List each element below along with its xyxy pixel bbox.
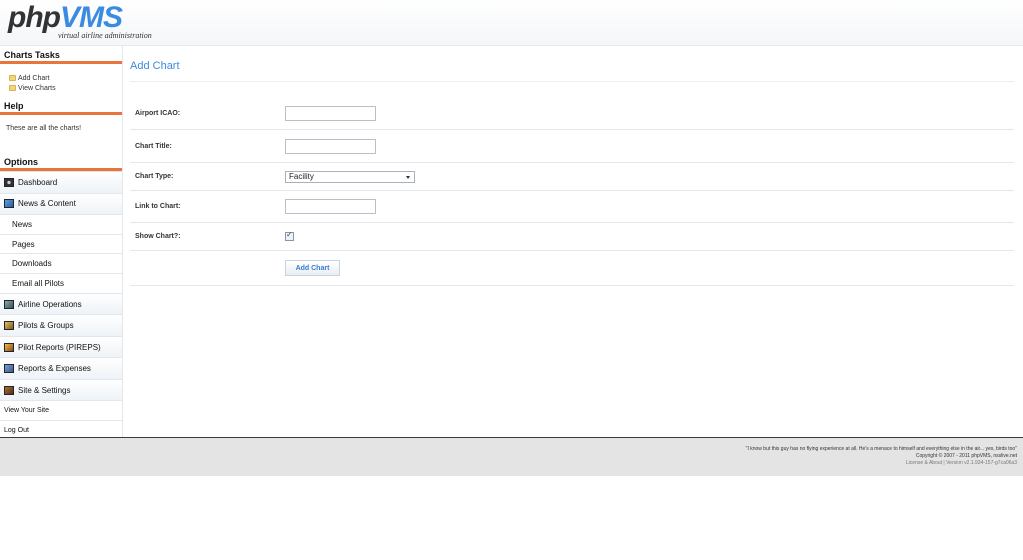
footer-quote: "I know but this guy has no flying exper…	[745, 446, 1017, 452]
news-icon	[4, 199, 14, 209]
reports-icon	[4, 364, 14, 373]
row-show-chart: Show Chart?: ✓	[130, 223, 1014, 251]
checkmark-icon: ✓	[286, 230, 293, 239]
pilots-icon	[4, 321, 14, 330]
sidebar: Charts Tasks Add Chart View Charts Help …	[0, 46, 123, 441]
phpvms-logo[interactable]: phpVMS	[8, 1, 123, 34]
folder-icon	[9, 75, 16, 81]
task-list: Add Chart View Charts	[0, 64, 122, 97]
link-to-chart-input[interactable]	[285, 199, 376, 214]
footer-text: "I know but this guy has no flying exper…	[746, 446, 1017, 467]
chart-title-input[interactable]	[285, 138, 376, 154]
row-chart-type: Chart Type: Facility	[130, 163, 1014, 191]
nav-label: News & Content	[18, 199, 76, 209]
header: phpVMS virtual airline administration	[0, 0, 1023, 46]
main-content: Add Chart Airport ICAO: Chart Title: Cha…	[130, 46, 1014, 286]
add-chart-form: Airport ICAO: Chart Title: Chart Type: F…	[130, 98, 1014, 286]
show-chart-checkbox[interactable]: ✓	[285, 230, 294, 241]
help-text: These are all the charts!	[6, 125, 82, 132]
add-chart-button[interactable]: Add Chart	[285, 260, 340, 276]
row-chart-title: Chart Title:	[130, 130, 1014, 163]
chevron-down-icon	[406, 175, 410, 179]
nav-pages[interactable]: Pages	[0, 234, 122, 255]
options-nav: Dashboard News & Content News Pages Down…	[0, 171, 122, 441]
row-submit: Add Chart	[130, 251, 1014, 286]
logo-tagline: virtual airline administration	[58, 31, 152, 40]
nav-news[interactable]: News	[0, 215, 122, 235]
nav-label: Airline Operations	[18, 299, 82, 309]
airline-icon	[4, 299, 14, 309]
nav-label: Dashboard	[18, 177, 58, 187]
row-link-to-chart: Link to Chart:	[130, 191, 1014, 223]
dashboard-icon	[4, 177, 14, 187]
nav-view-site[interactable]: View Your Site	[0, 401, 122, 421]
nav-site-settings[interactable]: Site & Settings	[0, 379, 122, 402]
nav-label: Site & Settings	[18, 385, 71, 395]
nav-news-content[interactable]: News & Content	[0, 193, 122, 215]
task-label: View Charts	[18, 84, 56, 92]
nav-pilots-groups[interactable]: Pilots & Groups	[0, 315, 122, 337]
chart-type-value: Facility	[289, 171, 314, 181]
show-chart-label: Show Chart?:	[135, 233, 181, 240]
charts-tasks-title: Charts Tasks	[0, 46, 122, 64]
chart-type-select[interactable]: Facility	[285, 170, 415, 183]
logo-vms: VMS	[59, 1, 123, 34]
task-label: Add Chart	[18, 74, 50, 82]
nav-label: Pilot Reports (PIREPS)	[18, 342, 101, 352]
nav-reports-expenses[interactable]: Reports & Expenses	[0, 358, 122, 380]
page-title: Add Chart	[130, 46, 1014, 82]
chart-title-label: Chart Title:	[135, 142, 172, 150]
settings-icon	[4, 385, 14, 395]
task-add-chart[interactable]: Add Chart	[9, 73, 122, 83]
options-title: Options	[0, 153, 122, 171]
row-airport-icao: Airport ICAO:	[130, 98, 1014, 130]
logo-php: php	[8, 1, 61, 34]
footer: "I know but this guy has no flying exper…	[0, 437, 1023, 476]
nav-downloads[interactable]: Downloads	[0, 254, 122, 275]
help-title: Help	[0, 97, 122, 115]
task-view-charts[interactable]: View Charts	[9, 83, 122, 93]
pireps-icon	[4, 342, 14, 352]
footer-copyright[interactable]: Copyright © 2007 - 2011 phpVMS, nsslive.…	[746, 453, 1017, 460]
airport-icao-label: Airport ICAO:	[135, 110, 181, 117]
nav-label: Reports & Expenses	[18, 364, 91, 373]
nav-dashboard[interactable]: Dashboard	[0, 172, 122, 194]
chart-type-label: Chart Type:	[135, 173, 174, 180]
footer-license[interactable]: License & About | Version v2.1.934-157-g…	[746, 460, 1017, 467]
nav-email-pilots[interactable]: Email all Pilots	[0, 274, 122, 294]
link-to-chart-label: Link to Chart:	[135, 203, 181, 210]
folder-icon	[9, 85, 16, 91]
nav-airline-operations[interactable]: Airline Operations	[0, 293, 122, 316]
nav-pireps[interactable]: Pilot Reports (PIREPS)	[0, 336, 122, 359]
airport-icao-input[interactable]	[285, 106, 376, 121]
nav-label: Pilots & Groups	[18, 321, 74, 330]
